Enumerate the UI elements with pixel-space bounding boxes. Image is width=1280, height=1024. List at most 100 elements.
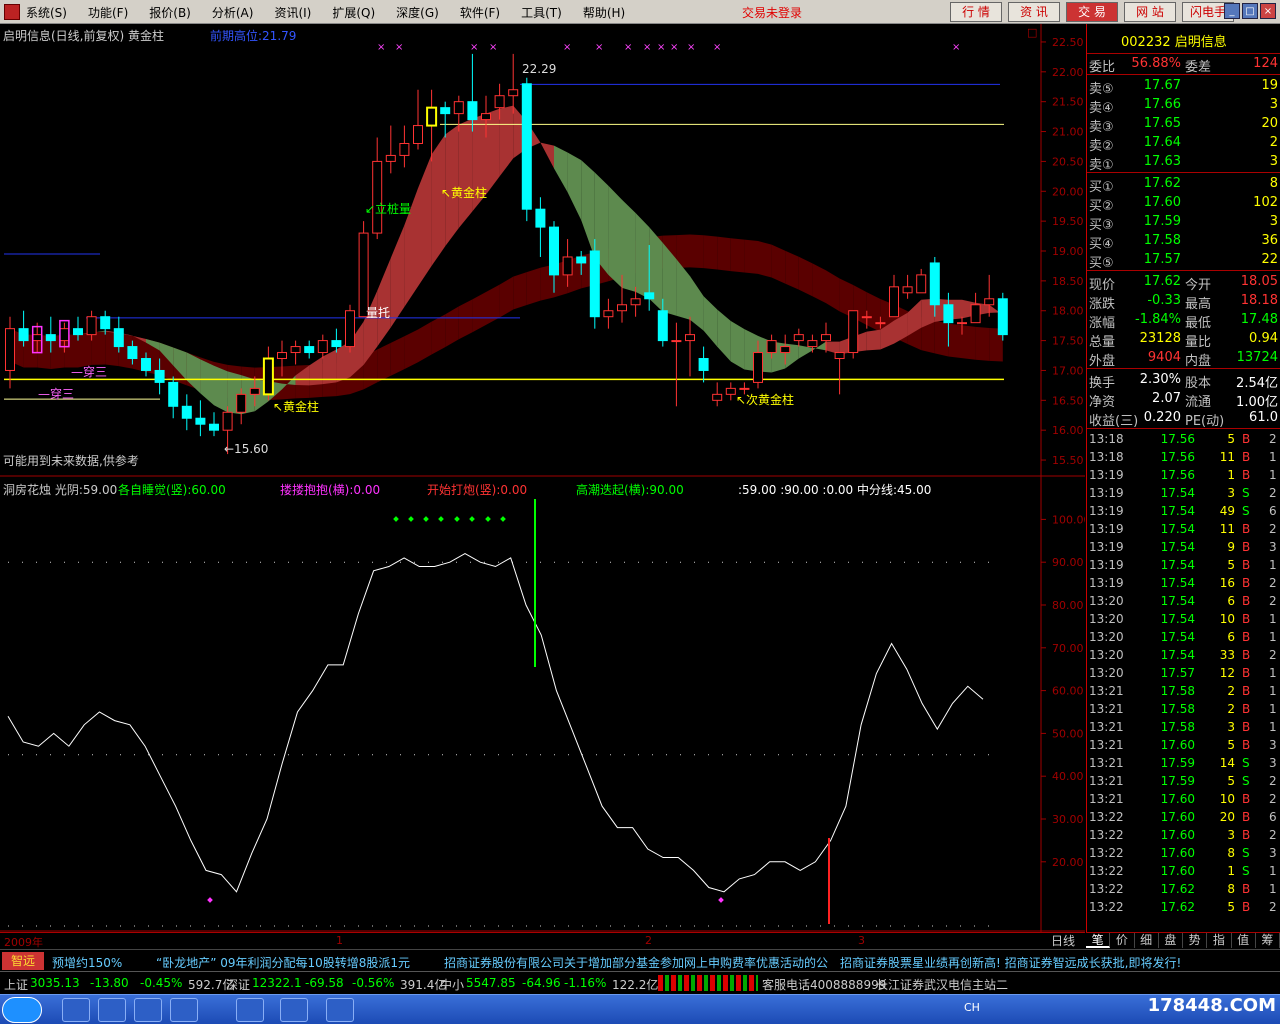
menu-depth[interactable]: 深度(G) — [396, 4, 439, 21]
tab-xi[interactable]: 细 — [1135, 933, 1159, 948]
candle-body — [113, 328, 124, 348]
prior-high-indicator: 前期高位:21.79 — [210, 29, 297, 43]
candle-body — [875, 322, 886, 325]
news-item[interactable]: 预增约150% — [52, 954, 122, 971]
index-status-bar: 上证 3035.13 -13.80 -0.45% 592.7亿 深证 12322… — [0, 971, 1280, 993]
oscillator-series — [7, 553, 984, 893]
tab-zhi[interactable]: 指 — [1207, 933, 1232, 948]
menu-help[interactable]: 帮助(H) — [583, 4, 625, 21]
broker-badge[interactable]: 智远 — [2, 952, 44, 970]
tab-trade[interactable]: 交 易 — [1066, 2, 1118, 22]
taskbar-app-icon[interactable] — [280, 998, 308, 1022]
market-breadth-bars — [658, 975, 758, 991]
candle-body — [957, 322, 967, 325]
tick-row: 13:21 17.59 5 S 2 — [1089, 774, 1277, 788]
buy-order-row[interactable]: 买② 17.60 102 — [1087, 193, 1280, 214]
menu-tools[interactable]: 工具(T) — [521, 4, 562, 21]
period-daily-tab[interactable]: 日线 — [1041, 932, 1085, 948]
short-term-band — [499, 105, 514, 177]
sell-order-row[interactable]: 卖⑤ 17.67 19 — [1087, 76, 1280, 97]
menu-analysis[interactable]: 分析(A) — [212, 4, 254, 21]
price-tick-label: 22.00 — [1052, 66, 1084, 79]
sell-order-row[interactable]: 卖② 17.64 2 — [1087, 133, 1280, 154]
start-button[interactable] — [2, 997, 42, 1023]
long-term-band — [785, 250, 799, 290]
short-term-band — [390, 225, 405, 328]
taskbar-app-icon[interactable] — [236, 998, 264, 1022]
candle-body — [521, 83, 532, 210]
stock-code-name: 002232 启明信息 — [1121, 35, 1227, 50]
candle-body — [916, 274, 927, 294]
tab-market[interactable]: 行 情 — [950, 2, 1002, 22]
kline-chart[interactable]: 22.50 22.00 21.50 21.00 20.50 20.00 19.50 19.00… — [0, 24, 1085, 932]
candle-body — [290, 346, 301, 354]
climax-dot — [438, 516, 444, 522]
buy-order-row[interactable]: 买③ 17.59 3 — [1087, 212, 1280, 233]
buy-order-row[interactable]: 买④ 17.58 36 — [1087, 231, 1280, 252]
long-term-band — [431, 314, 446, 355]
month-label-3: 3 — [858, 934, 865, 947]
candle-body — [263, 358, 274, 395]
short-term-band — [608, 185, 622, 288]
tick-list[interactable]: 13:18 17.56 5 B 2 13:18 17.56 11 B 1 13:19 17.56 1 B 1… — [1087, 430, 1280, 916]
weibi-row: 委比 56.88% 委差 124 — [1089, 56, 1278, 75]
sell-order-row[interactable]: 卖③ 17.65 20 — [1087, 114, 1280, 135]
tab-chou[interactable]: 筹 — [1256, 933, 1280, 948]
buy-order-row[interactable]: 买① 17.62 8 — [1087, 174, 1280, 195]
menu-info[interactable]: 资讯(I) — [274, 4, 311, 21]
menu-function[interactable]: 功能(F) — [88, 4, 128, 21]
long-term-band — [404, 329, 418, 370]
candle-body — [630, 298, 641, 306]
close-icon[interactable]: × — [1260, 3, 1276, 19]
news-item[interactable]: “卧龙地产” 09年利润分配每10股转增8股派1元 — [156, 954, 410, 971]
candle-body — [141, 358, 151, 371]
tick-row: 13:22 17.62 8 B 1 — [1089, 882, 1277, 896]
taskbar-app-icon[interactable] — [170, 998, 198, 1022]
candle-body — [603, 310, 614, 318]
ime-indicator[interactable]: CH — [964, 1001, 980, 1014]
taskbar-app-icon[interactable] — [326, 998, 354, 1022]
tab-jia[interactable]: 价 — [1110, 933, 1135, 948]
tab-shi[interactable]: 势 — [1183, 933, 1208, 948]
price-tick-label: 18.50 — [1052, 275, 1084, 288]
menu-software[interactable]: 软件(F) — [460, 4, 500, 21]
menu-extend[interactable]: 扩展(Q) — [332, 4, 375, 21]
tab-bi[interactable]: 笔 — [1086, 933, 1111, 948]
candle-body — [725, 387, 736, 395]
buy-order-row[interactable]: 买⑤ 17.57 22 — [1087, 250, 1280, 271]
pane-max-icon[interactable]: □ — [1027, 26, 1037, 39]
taskbar-app-icon[interactable] — [62, 998, 90, 1022]
zx-value[interactable]: 5547.85 — [466, 976, 516, 990]
candle-body — [644, 292, 655, 300]
signal-mark: × — [470, 42, 478, 53]
sh-percent: -0.45% — [140, 976, 183, 990]
sell-order-row[interactable]: 卖④ 17.66 3 — [1087, 95, 1280, 116]
osc-tick-label: 80.00 — [1052, 599, 1084, 612]
signal-mark: × — [595, 42, 603, 53]
candle-body — [997, 298, 1008, 336]
news-item[interactable]: 招商证券股份有限公司关于增加部分基金参加网上申购费率优惠活动的公 — [444, 954, 828, 971]
tab-news[interactable]: 资 讯 — [1008, 2, 1060, 22]
tick-row: 13:20 17.54 33 B 2 — [1089, 648, 1277, 662]
news-item[interactable]: 招商证券股票星业绩再创新高! 招商证券智远成长获批,即将发行! — [840, 954, 1181, 971]
tab-zhi2[interactable]: 值 — [1232, 933, 1256, 948]
tab-pan[interactable]: 盘 — [1159, 933, 1183, 948]
sz-value[interactable]: 12322.1 — [252, 976, 302, 990]
tick-row: 13:19 17.54 16 B 2 — [1089, 576, 1277, 590]
menu-system[interactable]: 系统(S) — [26, 4, 67, 21]
taskbar-app-icon[interactable] — [98, 998, 126, 1022]
candle-body — [5, 328, 15, 371]
sh-value[interactable]: 3035.13 — [30, 976, 80, 990]
taskbar-app-icon[interactable] — [134, 998, 162, 1022]
tab-site[interactable]: 网 站 — [1124, 2, 1176, 22]
high-price-label: 22.29 — [522, 62, 557, 76]
menu-quote[interactable]: 报价(B) — [149, 4, 191, 21]
x-axis-row[interactable]: 2009年 1 2 3 — [0, 932, 1085, 949]
chart-area[interactable]: 22.50 22.00 21.50 21.00 20.50 20.00 19.50 19.00… — [0, 24, 1085, 932]
minimize-icon[interactable]: _ — [1224, 3, 1240, 19]
sell-order-row[interactable]: 卖① 17.63 3 — [1087, 152, 1280, 173]
login-status[interactable]: 交易未登录 — [742, 4, 802, 21]
maximize-icon[interactable]: □ — [1242, 3, 1258, 19]
candle-body — [18, 328, 29, 342]
candle-body — [86, 316, 97, 336]
